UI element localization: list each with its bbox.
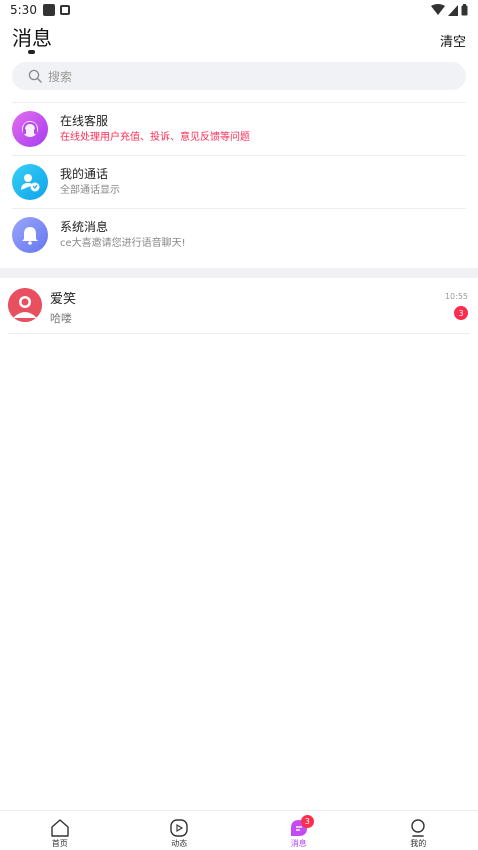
search-bar[interactable]: 搜索 bbox=[12, 62, 466, 90]
tab-label: 消息 bbox=[290, 839, 307, 848]
tab-badge: 3 bbox=[300, 815, 314, 828]
item-title: 系统消息 bbox=[60, 220, 109, 234]
home-icon bbox=[51, 819, 69, 837]
search-icon bbox=[28, 69, 42, 83]
tab-label: 动态 bbox=[171, 839, 188, 848]
chat-list-item[interactable]: 爱笑 哈喽 10:55 3 bbox=[8, 282, 470, 334]
tab-messages[interactable]: 3 消息 bbox=[239, 811, 359, 850]
chat-last-message: 哈喽 bbox=[50, 312, 72, 325]
list-item-my-calls[interactable]: 我的通话 全部通话显示 bbox=[12, 155, 466, 208]
tab-label: 我的 bbox=[410, 839, 427, 848]
app-notification-icon bbox=[59, 5, 70, 15]
chat-time: 10:55 bbox=[444, 292, 468, 301]
clear-button[interactable]: 清空 bbox=[440, 31, 466, 50]
chat-name: 爱笑 bbox=[50, 292, 77, 307]
page-title: 消息 bbox=[12, 26, 52, 50]
notification-icon bbox=[42, 4, 55, 16]
item-title: 在线客服 bbox=[60, 114, 109, 128]
wifi-icon bbox=[431, 4, 445, 15]
item-subtitle: ce大喜邀请您进行语音聊天! bbox=[60, 238, 186, 249]
profile-icon bbox=[411, 819, 425, 837]
system-message-list: 在线客服 在线处理用户充值、投诉、意见反馈等问题 我的通话 全部通话显示 系统消… bbox=[12, 102, 466, 261]
tab-profile[interactable]: 我的 bbox=[359, 811, 478, 850]
search-placeholder: 搜索 bbox=[48, 69, 73, 84]
call-user-icon bbox=[12, 164, 48, 200]
item-subtitle: 全部通话显示 bbox=[60, 185, 120, 196]
status-bar: 5:30 bbox=[0, 0, 478, 20]
avatar bbox=[8, 288, 42, 322]
header: 消息 清空 bbox=[0, 20, 478, 60]
tab-moments[interactable]: 动态 bbox=[120, 811, 240, 850]
list-item-system-messages[interactable]: 系统消息 ce大喜邀请您进行语音聊天! bbox=[12, 208, 466, 261]
battery-icon bbox=[461, 4, 468, 16]
bell-icon bbox=[12, 217, 48, 253]
title-indicator bbox=[28, 50, 35, 54]
item-title: 我的通话 bbox=[60, 167, 109, 181]
tab-label: 首页 bbox=[51, 839, 68, 848]
bottom-tab-bar: 首页 动态 3 消息 我的 bbox=[0, 810, 478, 850]
list-item-customer-service[interactable]: 在线客服 在线处理用户充值、投诉、意见反馈等问题 bbox=[12, 102, 466, 155]
item-subtitle: 在线处理用户充值、投诉、意见反馈等问题 bbox=[60, 132, 250, 143]
section-divider bbox=[0, 268, 478, 278]
play-icon bbox=[170, 819, 188, 837]
unread-badge: 3 bbox=[454, 306, 468, 320]
headset-icon bbox=[12, 111, 48, 147]
status-time: 5:30 bbox=[10, 3, 37, 17]
tab-home[interactable]: 首页 bbox=[0, 811, 120, 850]
signal-icon bbox=[448, 4, 458, 16]
